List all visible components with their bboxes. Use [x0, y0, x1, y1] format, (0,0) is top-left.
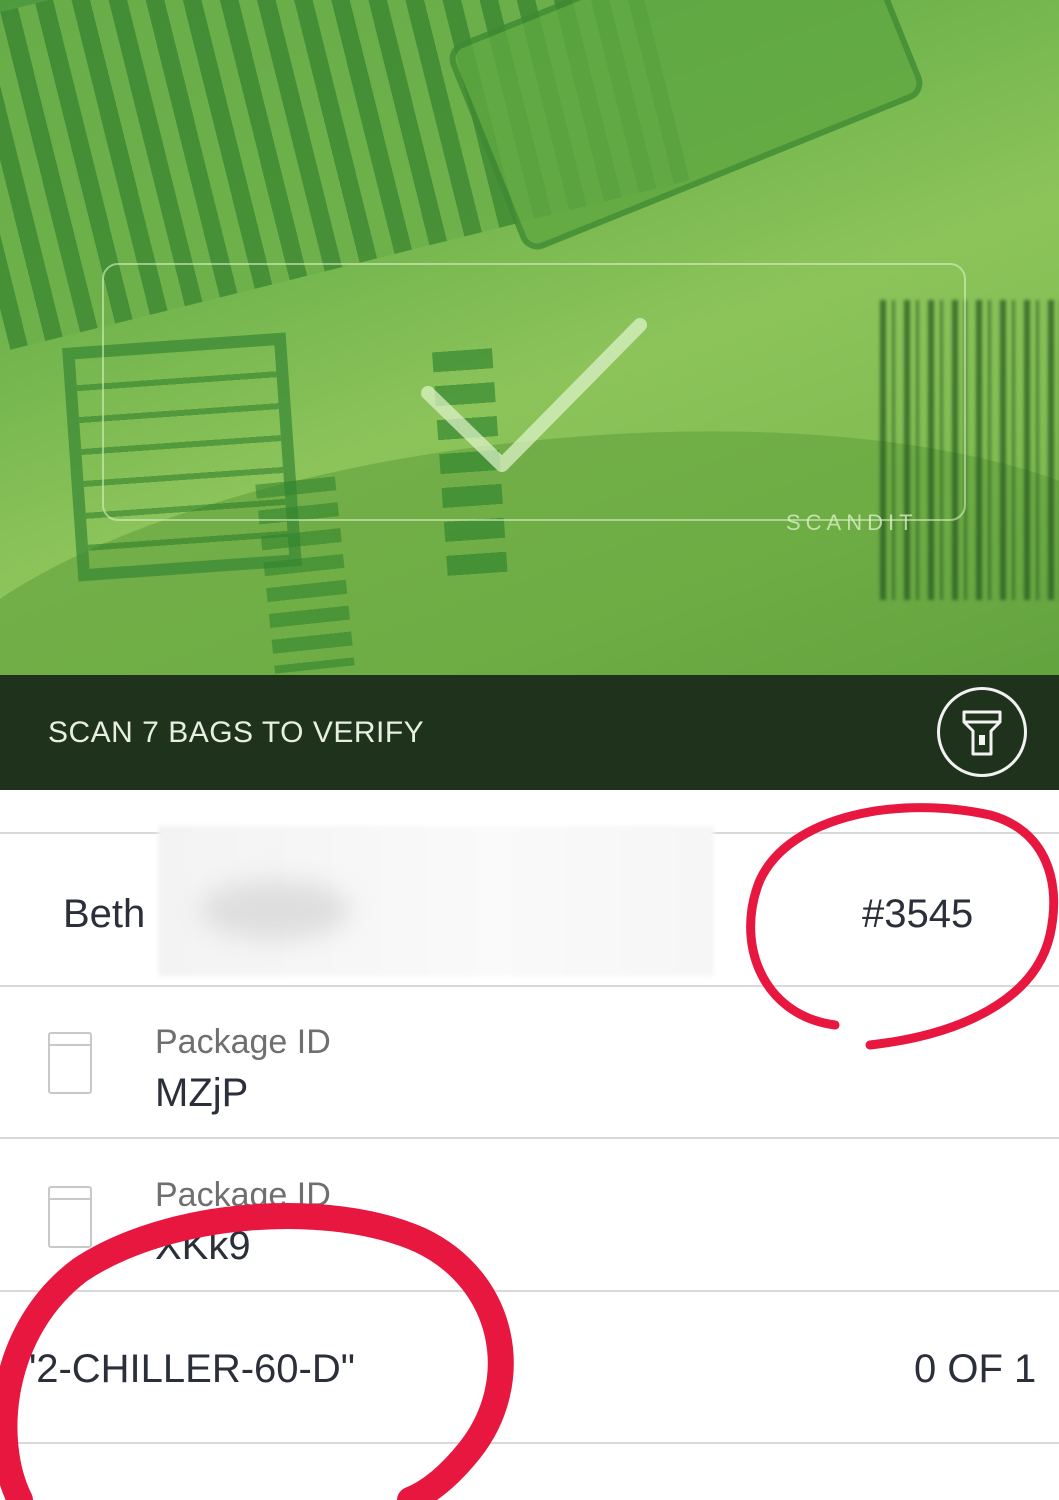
scan-status-text: SCAN 7 BAGS TO VERIFY [48, 716, 425, 749]
package-checkbox[interactable] [48, 1186, 92, 1248]
zone-count: 0 OF 1 [914, 1347, 1037, 1391]
scanner-brand-label: SCANDIT [786, 510, 918, 535]
list-divider [0, 985, 1059, 987]
redacted-area [200, 880, 350, 940]
camera-background-box [444, 0, 928, 255]
package-checkbox[interactable] [48, 1032, 92, 1094]
package-id-label: Package ID [155, 1023, 331, 1061]
order-number: #3545 [862, 892, 974, 936]
package-id-value: XKk9 [155, 1224, 251, 1268]
list-divider [0, 1137, 1059, 1139]
checkmark-icon [421, 318, 647, 472]
flashlight-icon [962, 710, 1002, 756]
customer-name: Beth [63, 892, 146, 936]
list-divider [0, 1442, 1059, 1444]
package-id-value: MZjP [155, 1071, 249, 1115]
flashlight-button[interactable] [937, 687, 1027, 777]
zone-label: "2-CHILLER-60-D" [22, 1347, 355, 1391]
package-id-label: Package ID [155, 1176, 331, 1214]
list-divider [0, 1290, 1059, 1292]
